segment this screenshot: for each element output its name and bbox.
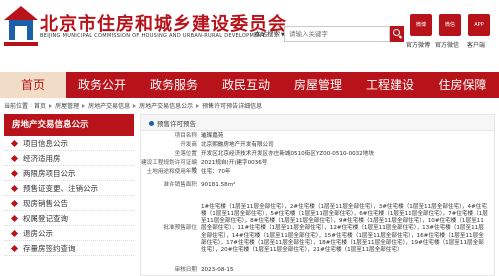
bullet-icon xyxy=(10,154,19,162)
field-value: 璀璨嘉苑 xyxy=(201,133,224,139)
sidebar: 房地产交易信息公示 项目信息公示 经济适用房 两限房项目公示 预售证变更、注销公… xyxy=(4,114,134,276)
nav-item-housing-security[interactable]: 住房保障 xyxy=(426,72,499,98)
field-value: 住宅：70年 xyxy=(201,169,231,175)
sidebar-item-ownership-query[interactable]: 权属登记查询 xyxy=(4,211,134,226)
sidebar-item-return-notice[interactable]: 退房公示 xyxy=(4,226,134,241)
detail-row-sale-area: 准许销售面积 90181.58m² xyxy=(141,182,494,190)
breadcrumb-prefix: 当前位置 xyxy=(4,103,29,110)
breadcrumb-item-current: 预售许可预告详细信息 xyxy=(202,103,263,110)
field-value: 北京熙融房地产开发有限公司 xyxy=(201,142,274,148)
breadcrumb-item[interactable]: 房屋管理 xyxy=(55,101,79,110)
field-label: 审核日期 xyxy=(174,267,197,273)
chevron-right-icon xyxy=(133,103,137,108)
search-scope-select[interactable]: 本站搜索▼ xyxy=(254,28,285,38)
site-header: 北京市住房和城乡建设委员会 BEIJING MUNICIPAL COMMISSI… xyxy=(0,0,499,66)
logo-roof-icon xyxy=(4,6,38,20)
field-label: 坐落位置 xyxy=(174,151,197,157)
wechat-label[interactable]: 官方微信 xyxy=(435,40,459,49)
field-label: 土地用途和使用年限 xyxy=(146,169,197,175)
nav-item-housing-mgmt[interactable]: 房屋管理 xyxy=(282,72,354,98)
sidebar-item-presale-change[interactable]: 预售证变更、注销公示 xyxy=(4,181,134,196)
nav-item-gov-services[interactable]: 政务服务 xyxy=(138,72,210,98)
field-value: 开发区北京经济技术开发区亦庄新城0510街区YZ00-0510-0032地块 xyxy=(201,151,374,157)
chevron-right-icon xyxy=(49,103,53,108)
bullet-icon xyxy=(10,199,19,207)
search-button[interactable] xyxy=(390,26,404,42)
weibo-label[interactable]: 官方微博 xyxy=(406,40,430,49)
detail-row-land-use: 土地用途和使用年限 住宅：70年 xyxy=(141,169,494,177)
breadcrumb: 当前位置: 首页 房屋管理 房地产交易信息 房地产交易信息公示 预售许可预告详细… xyxy=(4,101,263,110)
detail-panel: 预售许可预告 项目名称 璀璨嘉苑 开发商 北京熙融房地产开发有限公司 坐落位置 … xyxy=(140,114,495,276)
field-label: 批准预售部位 xyxy=(163,225,197,232)
bullet-icon xyxy=(10,229,19,237)
detail-row-review-date: 审核日期 2023-08-15 xyxy=(141,267,494,275)
field-value: 1#住宅楼（1层至11层全部住宅），2#住宅楼（1层至11层全部住宅），3#住宅… xyxy=(201,203,488,253)
bullet-icon xyxy=(10,214,19,222)
main-nav: 首页 政务公开 政务服务 政民互动 房屋管理 工程建设 住房保障 xyxy=(0,72,499,98)
detail-tabbar: 预售许可预告 xyxy=(141,115,494,131)
sidebar-item-project-info[interactable]: 项目信息公示 xyxy=(4,136,134,151)
chevron-right-icon xyxy=(196,103,200,108)
tab-presale-notice[interactable]: 预售许可预告 xyxy=(149,118,196,128)
search-bar: 本站搜索▼ xyxy=(254,26,404,42)
sidebar-item-price-limited[interactable]: 两限房项目公示 xyxy=(4,166,134,181)
detail-row-presale-scope: 批准预售部位 1#住宅楼（1层至11层全部住宅），2#住宅楼（1层至11层全部住… xyxy=(141,193,494,265)
field-label: 开发商 xyxy=(180,142,197,148)
bullet-icon xyxy=(10,139,19,147)
breadcrumb-item[interactable]: 房地产交易信息公示 xyxy=(139,101,193,110)
field-value: 2023-08-15 xyxy=(201,267,234,273)
detail-row-developer: 开发商 北京熙融房地产开发有限公司 xyxy=(141,142,494,150)
nav-item-gov-affairs-open[interactable]: 政务公开 xyxy=(66,72,138,98)
bullet-icon xyxy=(10,184,19,192)
nav-item-home[interactable]: 首页 xyxy=(0,72,66,98)
sidebar-item-stock-contract-query[interactable]: 存量房签约查询 xyxy=(4,241,134,256)
nav-item-interaction[interactable]: 政民互动 xyxy=(210,72,282,98)
tab-dot-icon xyxy=(149,120,154,126)
nav-item-construction[interactable]: 工程建设 xyxy=(354,72,426,98)
field-value: 90181.58m² xyxy=(201,182,236,188)
weibo-icon[interactable]: 微博 xyxy=(410,14,432,36)
app-label[interactable]: 客户端 xyxy=(467,40,485,49)
sidebar-title: 房地产交易信息公示 xyxy=(4,114,134,136)
app-icon[interactable]: APP xyxy=(468,14,490,36)
bullet-icon xyxy=(10,169,19,177)
wechat-icon[interactable]: 微信 xyxy=(439,14,461,36)
site-logo[interactable] xyxy=(4,6,38,48)
site-subtitle: BEIJING MUNICIPAL COMMISSION OF HOUSING … xyxy=(40,33,265,39)
chevron-right-icon xyxy=(82,103,86,108)
bullet-icon xyxy=(10,244,19,252)
search-input[interactable] xyxy=(284,26,390,42)
detail-row-project-name: 项目名称 璀璨嘉苑 xyxy=(141,133,494,141)
breadcrumb-item[interactable]: 首页 xyxy=(34,101,46,110)
detail-row-location: 坐落位置 开发区北京经济技术开发区亦庄新城0510街区YZ00-0510-003… xyxy=(141,151,494,159)
breadcrumb-item[interactable]: 房地产交易信息 xyxy=(88,101,130,110)
field-label: 项目名称 xyxy=(174,133,197,139)
field-label: 准许销售面积 xyxy=(163,182,197,188)
sidebar-item-existing-sale[interactable]: 现房销售公告 xyxy=(4,196,134,211)
sidebar-item-affordable-housing[interactable]: 经济适用房 xyxy=(4,151,134,166)
